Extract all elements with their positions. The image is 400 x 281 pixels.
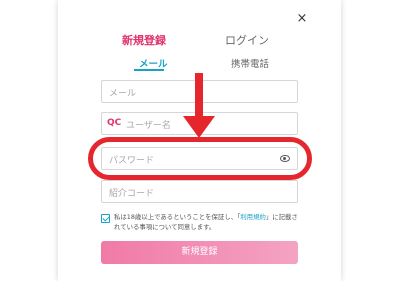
close-icon[interactable]: ×: [295, 12, 309, 26]
tab-signup[interactable]: 新規登録: [122, 32, 166, 48]
qc-prefix-label: QC: [107, 118, 122, 128]
annotation-arrow-down-icon: [183, 116, 215, 138]
terms-checkbox[interactable]: [101, 214, 110, 223]
annotation-arrow-shaft: [195, 73, 203, 121]
terms-link[interactable]: 利用規約: [240, 213, 266, 221]
signup-submit-button[interactable]: 新規登録: [101, 241, 298, 264]
terms-text-before: 私は18歳以上であるということを保証し、「: [114, 213, 241, 221]
subtab-active-underline: [134, 69, 164, 71]
email-placeholder: メール: [109, 89, 137, 99]
invite-code-field[interactable]: 紹介コード: [101, 180, 298, 203]
terms-text: 私は18歳以上であるということを保証し、「利用規約」に記載されている事項について…: [114, 212, 300, 232]
invite-code-placeholder: 紹介コード: [109, 189, 155, 199]
annotation-highlight-ring: [88, 137, 312, 180]
subtab-phone[interactable]: 携帯電話: [231, 56, 269, 70]
subtab-mail[interactable]: メール: [139, 56, 168, 70]
username-placeholder: ユーザー名: [126, 121, 171, 131]
tab-login[interactable]: ログイン: [225, 32, 269, 48]
